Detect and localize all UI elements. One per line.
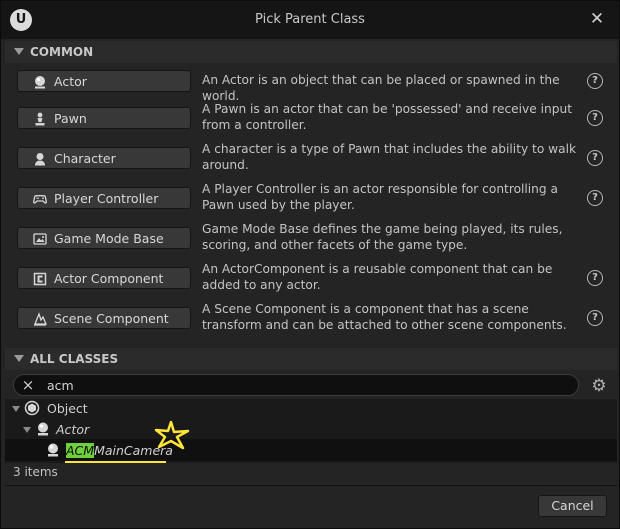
class-tree: Object Actor ACMMainCamera <box>5 399 617 463</box>
expand-arrow-icon[interactable] <box>23 427 31 433</box>
actor-component-icon <box>33 272 47 286</box>
section-label: COMMON <box>30 45 94 59</box>
actor-button[interactable]: Actor <box>17 70 191 92</box>
class-search-box: × <box>13 374 579 396</box>
class-description: Game Mode Base defines the game being pl… <box>202 222 563 252</box>
class-description: An Actor is an object that can be placed… <box>202 73 560 103</box>
button-label: Scene Component <box>54 311 169 326</box>
game-mode-icon <box>33 233 47 245</box>
dialog-title: Pick Parent Class <box>255 12 365 27</box>
button-label: Actor Component <box>54 271 164 286</box>
clear-search-icon[interactable]: × <box>20 376 36 394</box>
class-row-pawn: Pawn A Pawn is an actor that can be 'pos… <box>17 102 611 138</box>
character-icon <box>35 153 45 166</box>
all-classes-section-header[interactable]: ALL CLASSES <box>5 348 617 370</box>
pawn-button[interactable]: Pawn <box>17 107 191 129</box>
class-row-game-mode-base: Game Mode Base Game Mode Base defines th… <box>17 222 611 258</box>
cancel-button[interactable]: Cancel <box>538 495 607 517</box>
expand-arrow-icon[interactable] <box>12 406 20 412</box>
actor-component-button[interactable]: Actor Component <box>17 267 191 289</box>
common-section-header[interactable]: COMMON <box>5 41 617 63</box>
class-row-scene-component: Scene Component A Scene Component is a c… <box>17 302 611 338</box>
help-icon[interactable]: ? <box>587 110 603 126</box>
close-icon[interactable]: ✕ <box>587 9 607 29</box>
help-icon[interactable]: ? <box>587 73 603 89</box>
button-label: Player Controller <box>54 191 159 206</box>
help-icon[interactable]: ? <box>587 190 603 206</box>
title-bar: U Pick Parent Class ✕ <box>1 1 619 39</box>
scene-component-icon <box>34 312 47 326</box>
actor-sphere-icon <box>48 443 58 457</box>
button-label: Game Mode Base <box>54 231 164 246</box>
settings-gear-icon[interactable]: ⚙ <box>589 376 609 396</box>
button-label: Pawn <box>54 111 87 126</box>
search-match-highlight: ACM <box>66 443 95 458</box>
class-row-actor-component: Actor Component An ActorComponent is a r… <box>17 262 611 298</box>
section-label: ALL CLASSES <box>30 352 119 366</box>
class-description: An ActorComponent is a reusable componen… <box>202 262 553 292</box>
character-button[interactable]: Character <box>17 147 191 169</box>
actor-sphere-icon <box>35 76 45 89</box>
class-description: A Player Controller is an actor responsi… <box>202 182 558 212</box>
help-icon[interactable]: ? <box>587 310 603 326</box>
button-label: Actor <box>54 74 87 89</box>
search-input[interactable] <box>47 377 567 393</box>
help-icon[interactable]: ? <box>587 150 603 166</box>
annotation-underline <box>65 461 166 463</box>
class-description: A character is a type of Pawn that inclu… <box>202 142 577 172</box>
tree-node-object[interactable]: Object <box>47 401 88 416</box>
gamepad-icon <box>33 195 47 204</box>
button-label: Character <box>54 151 116 166</box>
pawn-icon <box>35 112 45 126</box>
game-mode-base-button[interactable]: Game Mode Base <box>17 227 191 249</box>
class-description: A Pawn is an actor that can be 'possesse… <box>202 102 572 132</box>
collapse-arrow-icon <box>14 355 24 362</box>
help-icon[interactable]: ? <box>587 270 603 286</box>
annotation-star-icon <box>154 420 190 450</box>
object-class-icon <box>24 400 40 416</box>
actor-sphere-icon <box>38 422 48 436</box>
class-row-player-controller: Player Controller A Player Controller is… <box>17 182 611 218</box>
pick-parent-class-dialog: U Pick Parent Class ✕ COMMON Actor An Ac… <box>0 0 620 529</box>
class-row-character: Character A character is a type of Pawn … <box>17 142 611 178</box>
class-description: A Scene Component is a component that ha… <box>202 302 567 332</box>
footer-divider <box>5 485 617 486</box>
collapse-arrow-icon <box>14 48 24 55</box>
player-controller-button[interactable]: Player Controller <box>17 187 191 209</box>
scene-component-button[interactable]: Scene Component <box>17 307 191 329</box>
class-row-actor: Actor An Actor is an object that can be … <box>17 65 611 103</box>
tree-node-actor[interactable]: Actor <box>56 422 89 437</box>
item-count: 3 items <box>13 465 58 479</box>
